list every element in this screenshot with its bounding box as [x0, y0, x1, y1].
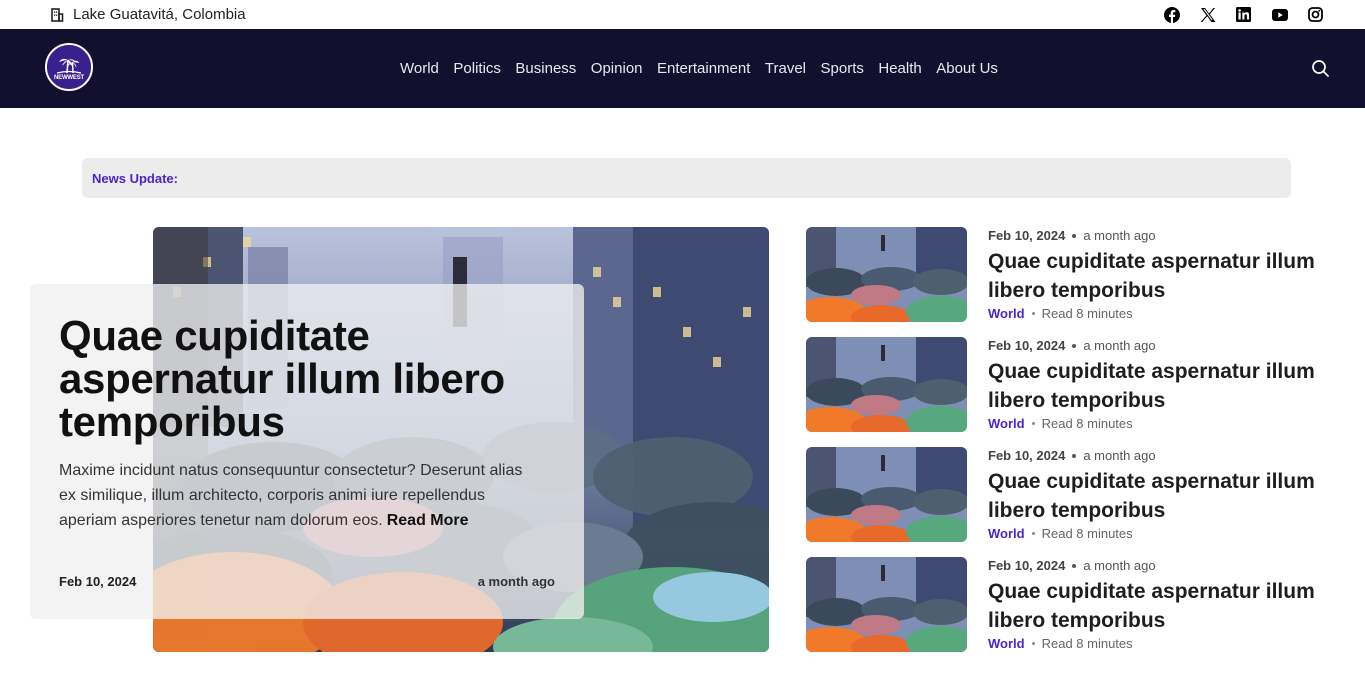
- article-title[interactable]: Quae cupiditate aspernatur illum libero …: [988, 357, 1348, 415]
- news-ticker: News Update:: [82, 158, 1291, 198]
- article-read-time: Read 8 minutes: [1041, 306, 1133, 321]
- youtube-icon[interactable]: [1270, 5, 1289, 24]
- linkedin-icon[interactable]: [1234, 5, 1253, 24]
- read-more-link[interactable]: Read More: [387, 512, 469, 529]
- article-date: Feb 10, 2024: [988, 228, 1066, 243]
- article-footer: World Read 8 minutes: [988, 636, 1133, 651]
- article-thumbnail[interactable]: [806, 337, 967, 432]
- article-meta: Feb 10, 2024 a month ago: [988, 338, 1156, 353]
- article-date: Feb 10, 2024: [988, 338, 1066, 353]
- hero-title[interactable]: Quae cupiditate aspernatur illum libero …: [59, 314, 569, 443]
- article-category[interactable]: World: [988, 526, 1025, 541]
- nav-link-entertainment[interactable]: Entertainment: [657, 60, 750, 77]
- article-read-time: Read 8 minutes: [1041, 526, 1133, 541]
- site-logo[interactable]: NEWWEST: [45, 43, 93, 91]
- nav-links: World Politics Business Opinion Entertai…: [400, 60, 1012, 77]
- nav-link-sports[interactable]: Sports: [821, 60, 864, 77]
- article-category[interactable]: World: [988, 416, 1025, 431]
- nav-link-world[interactable]: World: [400, 60, 439, 77]
- article-meta: Feb 10, 2024 a month ago: [988, 228, 1156, 243]
- instagram-icon[interactable]: [1306, 5, 1325, 24]
- search-icon[interactable]: [1311, 59, 1330, 78]
- article-time-ago: a month ago: [1083, 228, 1156, 243]
- facebook-icon[interactable]: [1162, 5, 1181, 24]
- article-title[interactable]: Quae cupiditate aspernatur illum libero …: [988, 247, 1348, 305]
- side-article: Feb 10, 2024 a month ago Quae cupiditate …: [806, 447, 1346, 543]
- nav-link-health[interactable]: Health: [878, 60, 921, 77]
- article-footer: World Read 8 minutes: [988, 526, 1133, 541]
- hero-card: Quae cupiditate aspernatur illum libero …: [30, 284, 584, 619]
- nav-link-travel[interactable]: Travel: [765, 60, 806, 77]
- article-title[interactable]: Quae cupiditate aspernatur illum libero …: [988, 467, 1348, 525]
- article-category[interactable]: World: [988, 306, 1025, 321]
- side-article: Feb 10, 2024 a month ago Quae cupiditate …: [806, 337, 1346, 433]
- location-text: Lake Guatavitá, Colombia: [73, 6, 246, 23]
- hero-time-ago: a month ago: [477, 574, 555, 589]
- article-date: Feb 10, 2024: [988, 448, 1066, 463]
- side-article: Feb 10, 2024 a month ago Quae cupiditate …: [806, 557, 1346, 653]
- article-read-time: Read 8 minutes: [1041, 416, 1133, 431]
- article-time-ago: a month ago: [1083, 338, 1156, 353]
- article-meta: Feb 10, 2024 a month ago: [988, 558, 1156, 573]
- building-icon: [50, 7, 64, 22]
- x-icon[interactable]: [1198, 5, 1217, 24]
- logo-text: NEWWEST: [54, 75, 84, 81]
- hero-date: Feb 10, 2024: [59, 574, 137, 589]
- article-time-ago: a month ago: [1083, 558, 1156, 573]
- nav-link-politics[interactable]: Politics: [453, 60, 501, 77]
- hero-excerpt: Maxime incidunt natus consequuntur conse…: [59, 458, 534, 533]
- top-bar: Lake Guatavitá, Colombia: [0, 0, 1365, 29]
- side-article: Feb 10, 2024 a month ago Quae cupiditate …: [806, 227, 1346, 323]
- article-meta: Feb 10, 2024 a month ago: [988, 448, 1156, 463]
- article-title[interactable]: Quae cupiditate aspernatur illum libero …: [988, 577, 1348, 635]
- nav-link-business[interactable]: Business: [515, 60, 576, 77]
- location: Lake Guatavitá, Colombia: [50, 6, 246, 23]
- article-time-ago: a month ago: [1083, 448, 1156, 463]
- article-read-time: Read 8 minutes: [1041, 636, 1133, 651]
- main-navbar: NEWWEST World Politics Business Opinion …: [0, 29, 1365, 108]
- nav-link-opinion[interactable]: Opinion: [591, 60, 643, 77]
- ticker-label: News Update:: [92, 171, 178, 186]
- article-category[interactable]: World: [988, 636, 1025, 651]
- article-date: Feb 10, 2024: [988, 558, 1066, 573]
- article-thumbnail[interactable]: [806, 227, 967, 322]
- article-footer: World Read 8 minutes: [988, 306, 1133, 321]
- article-thumbnail[interactable]: [806, 557, 967, 652]
- social-links: [1162, 5, 1325, 24]
- nav-link-about-us[interactable]: About Us: [936, 60, 998, 77]
- article-thumbnail[interactable]: [806, 447, 967, 542]
- article-footer: World Read 8 minutes: [988, 416, 1133, 431]
